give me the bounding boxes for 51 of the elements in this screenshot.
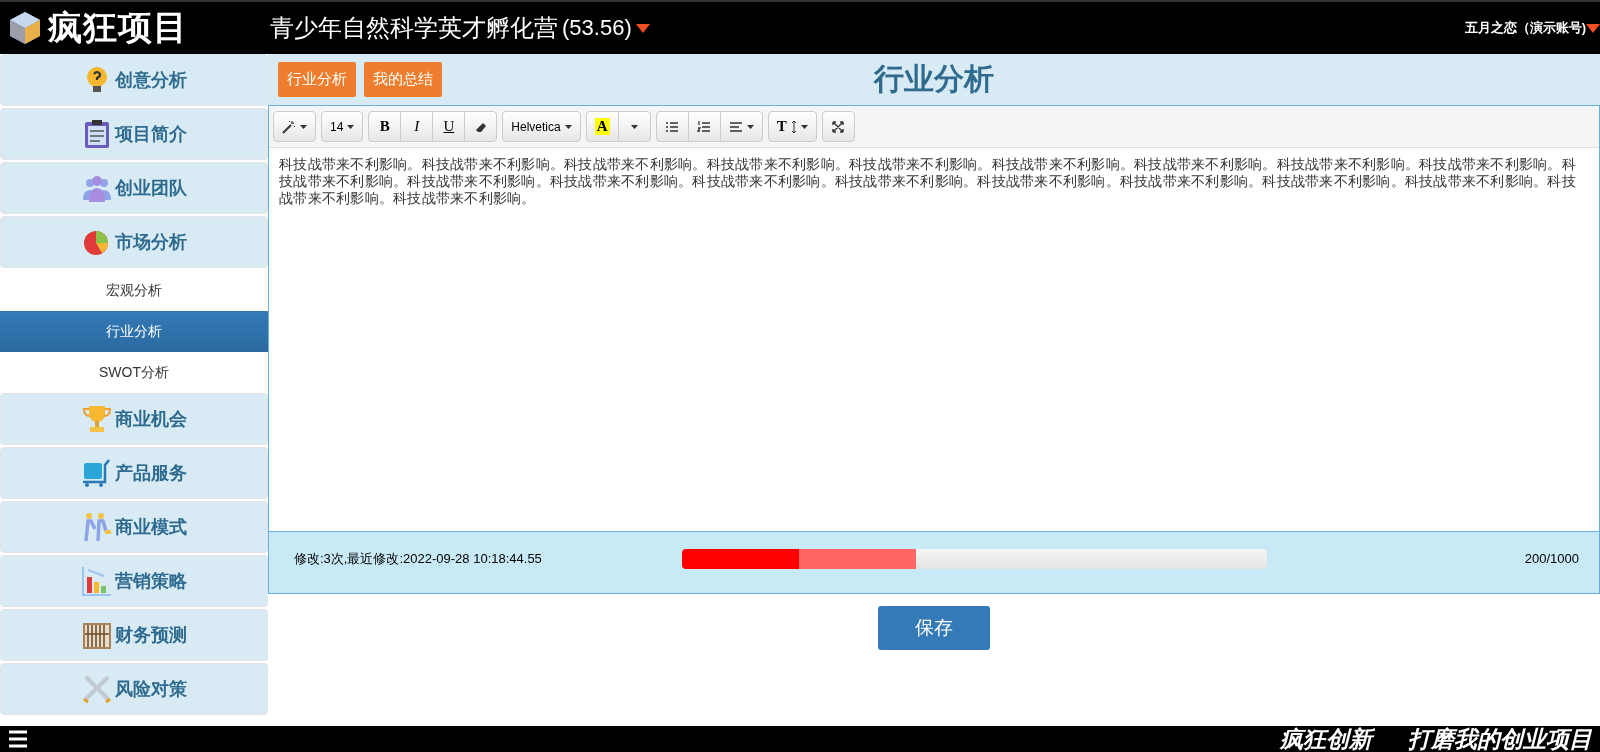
slogan-text: 打磨我的创业项目 [1408,724,1592,752]
magic-wand-icon [282,119,296,134]
align-dropdown[interactable] [719,111,763,142]
sidebar-section[interactable]: 财务预测 [0,609,268,661]
cart-icon [81,457,113,489]
page-title: 行业分析 [874,62,994,95]
color-dropdown-button[interactable] [617,111,651,142]
font-family-dropdown[interactable]: Helvetica [502,111,581,142]
bold-button[interactable]: B [368,111,402,142]
sidebar-section[interactable]: 项目简介 [0,108,268,160]
handshake-people-icon [81,511,113,543]
italic-button[interactable]: I [400,111,434,142]
sidebar-section[interactable]: 商业模式 [0,501,268,553]
sidebar-section[interactable]: 商业机会 [0,393,268,445]
sidebar-subitem[interactable]: 行业分析 [0,311,268,352]
fullscreen-button[interactable] [821,111,855,142]
font-size-dropdown[interactable]: 14 [321,111,364,142]
bar-chart-icon [81,565,113,597]
line-height-dropdown[interactable]: T [767,111,817,142]
project-title: 青少年自然科学英才孵化营 [270,13,558,43]
sidebar-section[interactable]: 风险对策 [0,663,268,715]
line-height-icon [790,119,797,134]
dropdown-arrow-icon[interactable] [635,23,650,33]
save-button[interactable]: 保存 [878,606,990,650]
logo-text: 疯狂项目 [48,7,188,48]
text-color-button[interactable]: A [585,111,619,142]
project-score: (53.56) [562,15,632,41]
edit-history: 修改:3次,最近修改:2022-09-28 10:18:44.55 [294,549,543,568]
sidebar-section[interactable]: 产品服务 [0,447,268,499]
editor-text: 科技战带来不利影响。科技战带来不利影响。科技战带来不利影响。科技战带来不利影响。科技战带来不利影响。科技战带来不利影响。科技战带来不利影响。科技战带来不利影响。科技战带来不利影响。科技战带来不利影响。科技战带来不利影响。科技战带来不利影响。科技战带来不利影响。科技战带来不利影响。科技战带来不利影响。科技战带来不利影响。科技战带来不利影响。科技战带来不利影响。科技战带来不利影响。科技战带来不利影响。 [278,155,1577,208]
clear-format-button[interactable] [464,111,498,142]
tab-button[interactable]: 我的总结 [364,62,442,97]
trophy-icon [81,403,113,435]
bulleted-list-button[interactable] [655,111,689,142]
underline-button[interactable]: U [432,111,466,142]
dropdown-arrow-icon[interactable] [1586,23,1600,33]
sidebar-section[interactable]: 创业团队 [0,162,268,214]
user-name[interactable]: 五月之恋（演示账号) [1464,19,1586,37]
tab-button[interactable]: 行业分析 [278,62,356,97]
menu-icon[interactable] [8,730,28,748]
style-dropdown[interactable] [273,111,316,142]
character-count: 200/1000 [1524,551,1579,566]
bulleted-list-icon [665,119,680,134]
numbered-list-icon [697,119,712,134]
sidebar-section[interactable]: 营销策略 [0,555,268,607]
fullscreen-icon [831,119,846,134]
crossed-swords-icon [81,673,113,705]
numbered-list-button[interactable] [687,111,721,142]
sidebar-section[interactable]: 创意分析 [0,54,268,106]
align-icon [728,119,743,134]
sidebar-section[interactable]: 市场分析 [0,216,268,268]
